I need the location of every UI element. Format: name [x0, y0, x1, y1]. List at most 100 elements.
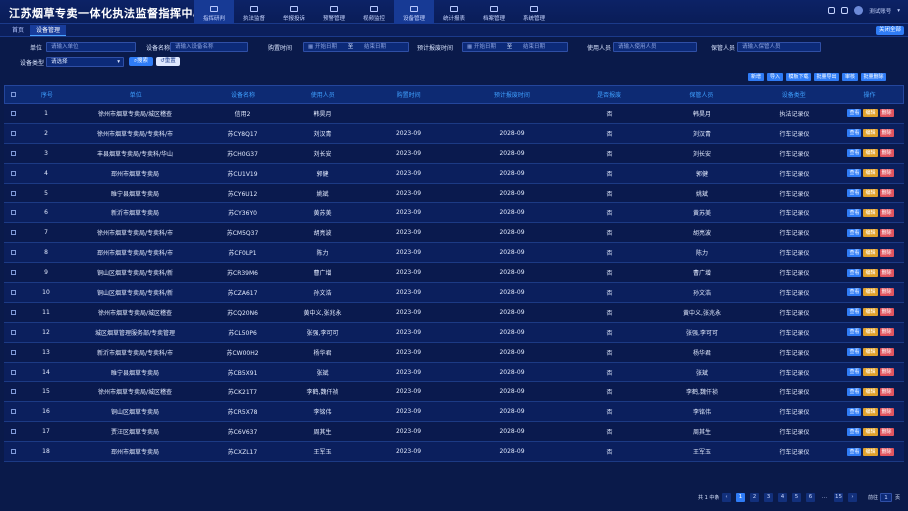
- goto-page-input[interactable]: 1: [880, 493, 892, 502]
- close-all-tabs-button[interactable]: 关闭全部: [876, 26, 904, 35]
- chevron-down-icon[interactable]: ▾: [897, 8, 900, 14]
- page-button[interactable]: 3: [764, 493, 773, 502]
- edit-button[interactable]: 编辑: [863, 109, 878, 118]
- avatar[interactable]: [854, 6, 864, 15]
- search-button[interactable]: ⌕搜索: [129, 57, 153, 66]
- delete-button[interactable]: 删除: [879, 368, 894, 377]
- nav-item-alert[interactable]: 预警管理: [314, 0, 354, 24]
- edit-button[interactable]: 编辑: [863, 387, 878, 396]
- scrap-time-range[interactable]: ▦ 开始日期 至 结束日期: [462, 42, 568, 52]
- row-checkbox[interactable]: [4, 170, 22, 176]
- edit-button[interactable]: 编辑: [863, 368, 878, 377]
- column-header[interactable]: 设备名称: [201, 90, 286, 99]
- delete-button[interactable]: 删除: [879, 308, 894, 317]
- edit-button[interactable]: 编辑: [863, 348, 878, 357]
- edit-button[interactable]: 编辑: [863, 427, 878, 436]
- row-checkbox[interactable]: [4, 250, 22, 256]
- column-header[interactable]: 序号: [23, 90, 71, 99]
- view-button[interactable]: 查看: [847, 387, 862, 396]
- nav-item-system[interactable]: 系统管理: [514, 0, 554, 24]
- view-button[interactable]: 查看: [847, 407, 862, 416]
- edit-button[interactable]: 编辑: [863, 149, 878, 158]
- tab-device-manage[interactable]: 设备管理: [30, 25, 67, 36]
- delete-button[interactable]: 删除: [879, 348, 894, 357]
- edit-button[interactable]: 编辑: [863, 248, 878, 257]
- user-name[interactable]: 测试账号: [869, 7, 891, 15]
- edit-button[interactable]: 编辑: [863, 288, 878, 297]
- delete-button[interactable]: 删除: [879, 387, 894, 396]
- edit-button[interactable]: 编辑: [863, 308, 878, 317]
- column-header[interactable]: 购置时间: [360, 90, 457, 99]
- page-button[interactable]: 5: [792, 493, 801, 502]
- tab-home[interactable]: 首页: [6, 25, 30, 36]
- buy-time-range[interactable]: ▦ 开始日期 至 结束日期: [303, 42, 409, 52]
- page-button[interactable]: 15: [834, 493, 843, 502]
- row-checkbox[interactable]: [4, 389, 22, 395]
- unit-input[interactable]: 请输入单位: [46, 42, 136, 52]
- row-checkbox[interactable]: [4, 449, 22, 455]
- row-checkbox[interactable]: [4, 429, 22, 435]
- row-checkbox[interactable]: [4, 369, 22, 375]
- row-checkbox[interactable]: [4, 309, 22, 315]
- row-checkbox[interactable]: [4, 190, 22, 196]
- nav-item-archive[interactable]: 档案管理: [474, 0, 514, 24]
- row-checkbox[interactable]: [4, 349, 22, 355]
- delete-button[interactable]: 删除: [879, 149, 894, 158]
- edit-button[interactable]: 编辑: [863, 447, 878, 456]
- row-checkbox[interactable]: [4, 210, 22, 216]
- delete-button[interactable]: 删除: [879, 328, 894, 337]
- row-checkbox[interactable]: [4, 150, 22, 156]
- delete-button[interactable]: 删除: [879, 268, 894, 277]
- nav-item-enforcement[interactable]: 执法监督: [234, 0, 274, 24]
- review-button[interactable]: 审核: [842, 73, 858, 81]
- row-checkbox[interactable]: [4, 230, 22, 236]
- delete-button[interactable]: 删除: [879, 109, 894, 118]
- row-checkbox[interactable]: [4, 289, 22, 295]
- view-button[interactable]: 查看: [847, 208, 862, 217]
- delete-button[interactable]: 删除: [879, 248, 894, 257]
- reset-button[interactable]: ↺重置: [156, 57, 180, 66]
- edit-button[interactable]: 编辑: [863, 407, 878, 416]
- page-button[interactable]: 2: [750, 493, 759, 502]
- column-header[interactable]: 单位: [71, 90, 201, 99]
- delete-button[interactable]: 删除: [879, 447, 894, 456]
- nav-item-stats[interactable]: 统计报表: [434, 0, 474, 24]
- row-checkbox[interactable]: [4, 329, 22, 335]
- import-button[interactable]: 导入: [767, 73, 783, 81]
- delete-button[interactable]: 删除: [879, 208, 894, 217]
- nav-item-report[interactable]: 举报投诉: [274, 0, 314, 24]
- batch-delete-button[interactable]: 批量删除: [861, 73, 886, 81]
- column-header[interactable]: 预计报废时间: [457, 90, 567, 99]
- edit-button[interactable]: 编辑: [863, 129, 878, 138]
- view-button[interactable]: 查看: [847, 248, 862, 257]
- view-button[interactable]: 查看: [847, 129, 862, 138]
- view-button[interactable]: 查看: [847, 427, 862, 436]
- edit-button[interactable]: 编辑: [863, 268, 878, 277]
- edit-button[interactable]: 编辑: [863, 189, 878, 197]
- template-download-button[interactable]: 模板下载: [786, 73, 811, 81]
- delete-button[interactable]: 删除: [879, 288, 894, 297]
- add-button[interactable]: 新增: [748, 73, 764, 81]
- column-header[interactable]: 使用人员: [285, 90, 360, 99]
- delete-button[interactable]: 删除: [879, 169, 894, 178]
- view-button[interactable]: 查看: [847, 189, 862, 197]
- device-name-input[interactable]: 请输入设备名称: [170, 42, 248, 52]
- edit-button[interactable]: 编辑: [863, 328, 878, 337]
- prev-page-button[interactable]: ‹: [722, 493, 731, 502]
- view-button[interactable]: 查看: [847, 169, 862, 178]
- column-header[interactable]: 保管人员: [652, 90, 752, 99]
- row-checkbox[interactable]: [4, 130, 22, 136]
- view-button[interactable]: 查看: [847, 149, 862, 158]
- view-button[interactable]: 查看: [847, 368, 862, 377]
- delete-button[interactable]: 删除: [879, 189, 894, 197]
- column-header[interactable]: 是否报废: [567, 90, 652, 99]
- device-type-select[interactable]: 请选择 ▾: [46, 57, 124, 67]
- fullscreen-icon[interactable]: [841, 7, 849, 14]
- column-header[interactable]: 设备类型: [751, 90, 836, 99]
- row-checkbox[interactable]: [4, 110, 22, 116]
- delete-button[interactable]: 删除: [879, 129, 894, 138]
- batch-export-button[interactable]: 批量导出: [814, 73, 839, 81]
- view-button[interactable]: 查看: [847, 447, 862, 456]
- view-button[interactable]: 查看: [847, 348, 862, 357]
- page-button[interactable]: 6: [806, 493, 815, 502]
